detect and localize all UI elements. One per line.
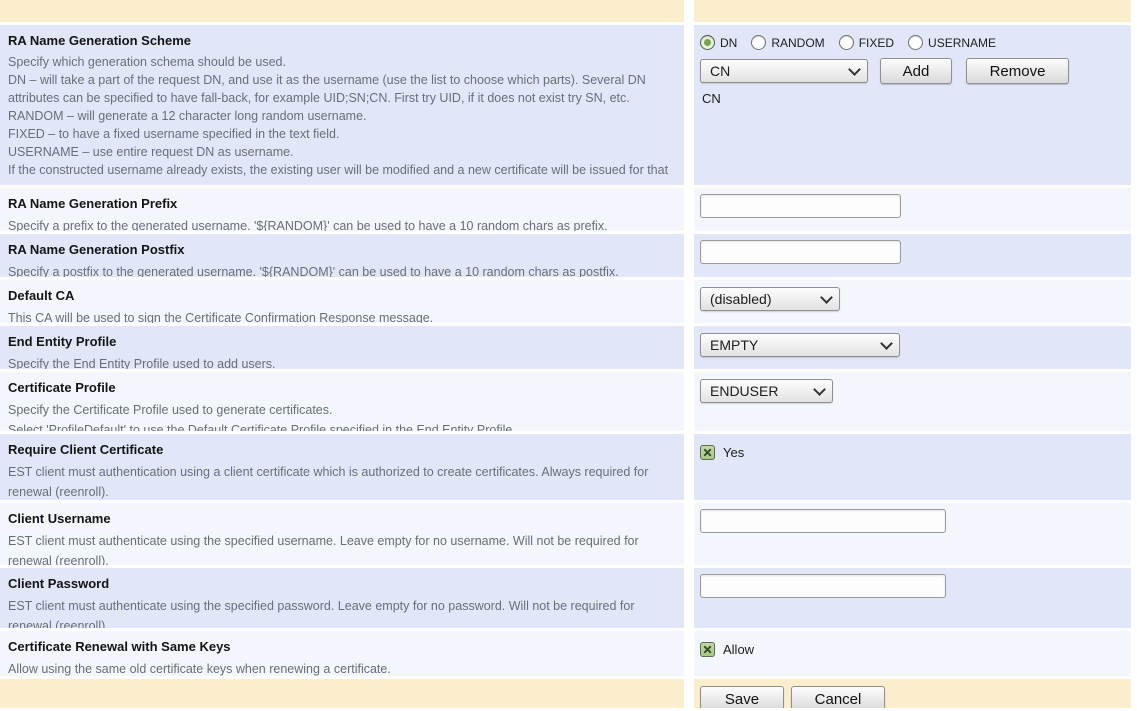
row-prefix-label-cell: RA Name Generation Prefix Specify a pref… — [0, 188, 684, 231]
default-ca-select[interactable]: (disabled) — [700, 287, 840, 311]
cp-select-value: ENDUSER — [710, 383, 778, 399]
crk-title: Certificate Renewal with Same Keys — [8, 637, 678, 654]
chevron-down-icon — [813, 383, 826, 396]
row-cp-control-cell: ENDUSER — [694, 372, 1131, 431]
radio-random-icon[interactable] — [751, 35, 766, 50]
dn-part-controls: CN Add Remove — [700, 58, 1131, 84]
row-cp-label-cell: Certificate Profile Specify the Certific… — [0, 372, 684, 431]
dn-part-select[interactable]: CN — [700, 59, 868, 83]
checkbox-checked-icon[interactable] — [700, 642, 715, 657]
scheme-desc-1: Specify which generation schema should b… — [8, 53, 678, 71]
row-postfix-label-cell: RA Name Generation Postfix Specify a pos… — [0, 234, 684, 277]
row-scheme-control-cell: DN RANDOM FIXED USERNAME CN — [694, 25, 1131, 185]
rcc-title: Require Client Certificate — [8, 440, 678, 457]
row-rcc-control-cell: Yes — [694, 434, 1131, 500]
scheme-desc-4: FIXED – to have a fixed username specifi… — [8, 125, 678, 143]
row-postfix-control-cell — [694, 234, 1131, 277]
radio-option-fixed[interactable]: FIXED — [839, 35, 894, 50]
default-ca-title: Default CA — [8, 286, 678, 303]
prefix-desc: Specify a prefix to the generated userna… — [8, 216, 678, 231]
radio-fixed-icon[interactable] — [839, 35, 854, 50]
postfix-title: RA Name Generation Postfix — [8, 240, 678, 257]
header-bar-right — [694, 0, 1131, 22]
row-default-ca-control-cell: (disabled) — [694, 280, 1131, 323]
require-client-cert-label: Yes — [723, 445, 744, 460]
scheme-radio-group: DN RANDOM FIXED USERNAME — [700, 31, 1131, 50]
chevron-down-icon — [820, 291, 833, 304]
eep-select-value: EMPTY — [710, 337, 758, 353]
scheme-desc-3: RANDOM – will generate a 12 character lo… — [8, 107, 678, 125]
row-cpw-control-cell — [694, 568, 1131, 628]
prefix-input[interactable] — [700, 194, 901, 218]
radio-dn-selected-icon[interactable] — [700, 35, 715, 50]
chevron-down-icon — [880, 337, 893, 350]
radio-option-username[interactable]: USERNAME — [908, 35, 996, 50]
row-crk-label-cell: Certificate Renewal with Same Keys Allow… — [0, 631, 684, 676]
row-cu-control-cell — [694, 503, 1131, 565]
dn-part-select-value: CN — [710, 63, 730, 79]
row-crk-control-cell: Allow — [694, 631, 1131, 676]
end-entity-profile-select[interactable]: EMPTY — [700, 333, 900, 357]
scheme-desc-6: If the constructed username already exis… — [8, 161, 678, 185]
remove-button[interactable]: Remove — [966, 58, 1069, 84]
cert-renewal-label: Allow — [723, 642, 754, 657]
add-button[interactable]: Add — [880, 58, 952, 84]
default-ca-desc: This CA will be used to sign the Certifi… — [8, 308, 678, 323]
row-eep-label-cell: End Entity Profile Specify the End Entit… — [0, 326, 684, 369]
header-bar-left — [0, 0, 684, 22]
cpw-desc: EST client must authenticate using the s… — [8, 596, 678, 628]
radio-option-random[interactable]: RANDOM — [751, 35, 824, 50]
postfix-desc: Specify a postfix to the generated usern… — [8, 262, 678, 277]
radio-dn-label: DN — [720, 36, 737, 50]
row-prefix-control-cell — [694, 188, 1131, 231]
cp-title: Certificate Profile — [8, 378, 678, 395]
client-username-input[interactable] — [700, 509, 946, 533]
require-client-cert-row: Yes — [700, 440, 1131, 460]
row-rcc-label-cell: Require Client Certificate EST client mu… — [0, 434, 684, 500]
radio-username-icon[interactable] — [908, 35, 923, 50]
postfix-input[interactable] — [700, 240, 901, 264]
est-alias-config-page: RA Name Generation Scheme Specify which … — [0, 0, 1131, 708]
row-cpw-label-cell: Client Password EST client must authenti… — [0, 568, 684, 628]
crk-desc: Allow using the same old certificate key… — [8, 659, 678, 676]
radio-random-label: RANDOM — [771, 36, 824, 50]
cert-renewal-row: Allow — [700, 637, 1131, 657]
footer-buttons: Save Cancel — [700, 685, 1131, 708]
footer-bar-left — [0, 679, 684, 708]
selected-dn-parts-list[interactable]: CN — [700, 91, 1131, 106]
save-button[interactable]: Save — [700, 686, 784, 708]
cpw-title: Client Password — [8, 574, 678, 591]
cu-title: Client Username — [8, 509, 678, 526]
client-password-input[interactable] — [700, 574, 946, 598]
cp-desc-2: Select 'ProfileDefault' to use the Defau… — [8, 420, 678, 431]
rcc-desc: EST client must authentication using a c… — [8, 462, 678, 500]
radio-option-dn[interactable]: DN — [700, 35, 737, 50]
prefix-title: RA Name Generation Prefix — [8, 194, 678, 211]
radio-username-label: USERNAME — [928, 36, 996, 50]
chevron-down-icon — [848, 63, 861, 76]
row-cu-label-cell: Client Username EST client must authenti… — [0, 503, 684, 565]
cp-desc-1: Specify the Certificate Profile used to … — [8, 400, 678, 420]
row-scheme-label-cell: RA Name Generation Scheme Specify which … — [0, 25, 684, 185]
row-default-ca-label-cell: Default CA This CA will be used to sign … — [0, 280, 684, 323]
config-table: RA Name Generation Scheme Specify which … — [0, 0, 1131, 708]
scheme-desc-2: DN – will take a part of the request DN,… — [8, 71, 678, 107]
footer-bar-right: Save Cancel — [694, 679, 1131, 708]
cu-desc: EST client must authenticate using the s… — [8, 531, 678, 565]
row-eep-control-cell: EMPTY — [694, 326, 1131, 369]
certificate-profile-select[interactable]: ENDUSER — [700, 379, 833, 403]
default-ca-select-value: (disabled) — [710, 291, 771, 307]
eep-desc: Specify the End Entity Profile used to a… — [8, 354, 678, 369]
scheme-desc-5: USERNAME – use entire request DN as user… — [8, 143, 678, 161]
scheme-title: RA Name Generation Scheme — [8, 31, 678, 48]
cancel-button[interactable]: Cancel — [791, 686, 885, 708]
eep-title: End Entity Profile — [8, 332, 678, 349]
radio-fixed-label: FIXED — [859, 36, 894, 50]
checkbox-checked-icon[interactable] — [700, 445, 715, 460]
